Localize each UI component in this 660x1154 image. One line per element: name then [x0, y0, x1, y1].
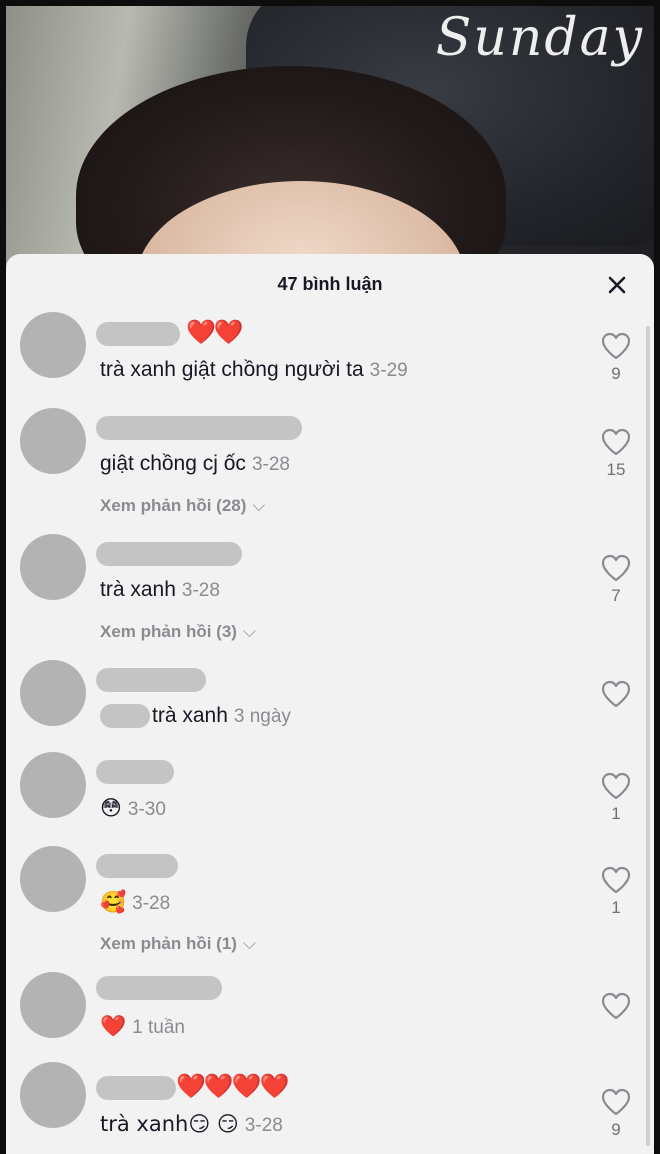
comment-date: 1 tuần [132, 1017, 185, 1038]
view-replies-label: Xem phản hồi (1) [100, 934, 237, 953]
username-redacted[interactable] [96, 1076, 176, 1100]
avatar[interactable] [20, 846, 86, 912]
comment-text: trà xanh 3-28 [100, 578, 220, 602]
avatar[interactable] [20, 1062, 86, 1128]
chevron-down-icon: ⌵ [242, 622, 256, 641]
comment-text: 😳 3-30 [100, 796, 166, 821]
comment-body: trà xanh [152, 704, 228, 727]
username-redacted[interactable] [96, 416, 302, 440]
comments-sheet: 47 bình luận ❤️❤️ trà xanh giật chồng ng… [6, 254, 654, 1154]
username-redacted[interactable] [96, 760, 174, 784]
like-count: 7 [611, 586, 621, 605]
heart-outline-icon [601, 554, 631, 582]
like-count: 15 [606, 460, 626, 479]
comment-date: 3-30 [127, 799, 166, 820]
username-redacted[interactable] [96, 542, 242, 566]
like-button[interactable] [598, 680, 634, 712]
comment-date: 3-29 [369, 360, 408, 381]
mention-redacted[interactable] [100, 704, 150, 729]
username-redacted[interactable] [96, 668, 206, 692]
heart-outline-icon [601, 332, 631, 360]
heart-outline-icon [601, 1088, 631, 1116]
comment-date: 3-28 [244, 1115, 283, 1136]
avatar[interactable] [20, 408, 86, 474]
view-replies-button[interactable]: Xem phản hồi (28) ⌵ [100, 496, 265, 516]
heart-outline-icon [601, 428, 631, 456]
chevron-down-icon: ⌵ [242, 934, 256, 953]
username-redacted[interactable] [96, 322, 180, 346]
comment-date: 3-28 [251, 454, 290, 475]
like-button[interactable]: 1 [598, 772, 634, 824]
heart-outline-icon [601, 866, 631, 894]
like-count: 9 [611, 364, 621, 383]
view-replies-button[interactable]: Xem phản hồi (1) ⌵ [100, 934, 256, 954]
video-overlay-text: Sunday [435, 8, 644, 68]
like-count: 1 [611, 898, 621, 917]
comments-count-title: 47 bình luận [277, 274, 383, 294]
heart-outline-icon [601, 992, 631, 1020]
comment-text: 🥰 3-28 [100, 890, 170, 915]
comment-body: 🥰 [100, 890, 127, 914]
avatar[interactable] [20, 534, 86, 600]
heart-outline-icon [601, 680, 631, 708]
comment-body: 😳 [100, 796, 122, 820]
view-replies-label: Xem phản hồi (28) [100, 496, 247, 515]
comments-scrollbar[interactable] [646, 326, 650, 1146]
like-button[interactable]: 9 [598, 1088, 634, 1140]
like-button[interactable]: 7 [598, 554, 634, 606]
view-replies-label: Xem phản hồi (3) [100, 622, 237, 641]
avatar[interactable] [20, 752, 86, 818]
comment-body: trà xanh [100, 578, 176, 601]
comment-text: giật chồng cj ốc 3-28 [100, 452, 290, 476]
comment-body: ❤️ [100, 1014, 127, 1038]
comment-body: trà xanh giật chồng người ta [100, 358, 364, 381]
comment-text: trà xanh 3 ngày [100, 704, 291, 729]
username-redacted[interactable] [96, 854, 178, 878]
video-background[interactable]: Sunday [6, 6, 654, 266]
chevron-down-icon: ⌵ [252, 496, 266, 515]
heart-outline-icon [601, 772, 631, 800]
comment-date: 3-28 [132, 893, 171, 914]
like-button[interactable]: 15 [598, 428, 634, 480]
like-count: 1 [611, 804, 621, 823]
like-count: 9 [611, 1120, 621, 1139]
screenshot-frame: Sunday 47 bình luận ❤️❤️ trà xanh giật c… [0, 0, 660, 1154]
comment-body: giật chồng cj ốc [100, 452, 246, 475]
close-icon [608, 276, 626, 294]
username-redacted[interactable] [96, 976, 222, 1000]
like-button[interactable] [598, 992, 634, 1024]
username-emojis: ❤️❤️ [186, 318, 244, 346]
view-replies-button[interactable]: Xem phản hồi (3) ⌵ [100, 622, 256, 642]
close-button[interactable] [604, 272, 630, 298]
username-emojis: ❤️❤️❤️❤️ [176, 1072, 290, 1100]
avatar[interactable] [20, 312, 86, 378]
comment-text: ❤️ 1 tuần [100, 1014, 185, 1039]
like-button[interactable]: 9 [598, 332, 634, 384]
avatar[interactable] [20, 660, 86, 726]
comment-text: trà xanh giật chồng người ta 3-29 [100, 358, 408, 382]
comment-body: trà xanh😏 😏 [100, 1112, 239, 1136]
avatar[interactable] [20, 972, 86, 1038]
comment-date: 3-28 [181, 580, 220, 601]
like-button[interactable]: 1 [598, 866, 634, 918]
comment-text: trà xanh😏 😏 3-28 [100, 1112, 283, 1137]
comment-date: 3 ngày [233, 706, 291, 727]
